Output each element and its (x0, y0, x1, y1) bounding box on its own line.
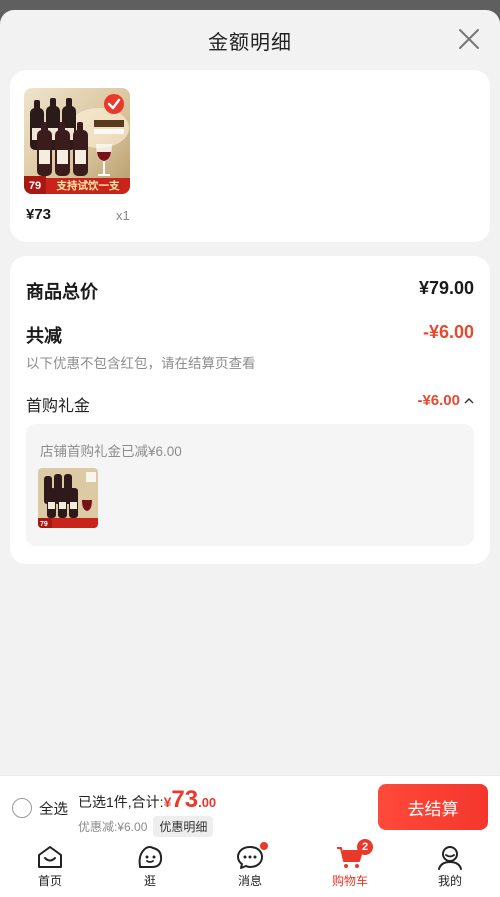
cart-count-badge: 2 (357, 839, 373, 855)
tab-label: 消息 (237, 874, 262, 888)
gift-product-image: 79 (38, 468, 98, 528)
checkout-bar: 全选 已选1件,合计: ¥ 73 .00 优惠减:¥6.00 优惠明细 去结算 (0, 775, 500, 837)
total-price-label: 商品总价 (26, 282, 98, 302)
checkout-button[interactable]: 去结算 (378, 784, 488, 830)
price-summary-card: 商品总价 ¥79.00 共减 -¥6.00 以下优惠不包含红包，请在结算页查看 … (10, 256, 490, 564)
total-line: 已选1件,合计: ¥ 73 .00 (78, 786, 216, 814)
discount-amount: 优惠减:¥6.00 (78, 820, 148, 834)
wine-bottles-thumb: 79 (38, 468, 98, 528)
tab-profile[interactable]: 我的 (400, 837, 500, 897)
browse-icon (138, 846, 163, 868)
close-icon (459, 29, 479, 49)
promo-text: 支持试饮一支 (56, 180, 120, 192)
promo-price: 79 (28, 180, 42, 192)
close-button[interactable] (456, 26, 482, 52)
tab-label: 逛 (143, 874, 156, 888)
tab-browse[interactable]: 逛 (100, 837, 200, 897)
discount-note: 以下优惠不包含红包，请在结算页查看 (26, 356, 256, 371)
tab-label: 购物车 (331, 874, 368, 888)
tab-cart[interactable]: 2 购物车 (300, 837, 400, 897)
promo-tag: 79 支持试饮一支 (24, 178, 130, 194)
discount-line: 优惠减:¥6.00 优惠明细 (78, 816, 214, 837)
total-reduction-label: 共减 (26, 326, 62, 346)
items-card: 79 支持试饮一支 ¥73 x1 (10, 70, 490, 242)
first-purchase-gift-toggle[interactable]: -¥6.00 (417, 392, 474, 409)
tab-label: 我的 (437, 874, 462, 888)
first-purchase-gift-label: 首购礼金 (26, 398, 91, 415)
home-icon (38, 846, 62, 868)
currency-symbol: ¥ (163, 794, 172, 810)
bottom-tab-bar: 首页 逛 消息 2 购物车 我的 (0, 837, 500, 897)
product-image[interactable]: 79 支持试饮一支 (24, 88, 130, 194)
gift-detail-box: 店铺首购礼金已减¥6.00 79 (26, 424, 474, 546)
total-price-value: ¥79.00 (418, 278, 474, 298)
tab-label: 首页 (37, 874, 62, 888)
discount-detail-button[interactable]: 优惠明细 (153, 816, 214, 837)
item-quantity: x1 (116, 208, 130, 223)
gift-detail-text: 店铺首购礼金已减¥6.00 (40, 444, 182, 459)
total-amount-decimal: .00 (198, 795, 217, 810)
select-all-radio[interactable] (12, 798, 32, 818)
sheet-header: 金额明细 (0, 10, 500, 70)
selected-count-text: 已选1件,合计: (78, 794, 164, 810)
total-amount-integer: 73 (171, 786, 199, 813)
svg-text:79: 79 (40, 521, 48, 528)
chevron-up-icon (464, 397, 474, 403)
select-all-label[interactable]: 全选 (39, 798, 68, 819)
profile-icon (438, 846, 462, 870)
amount-detail-sheet: 金额明细 79 支持试饮一支 ¥73 x1 商品总价 ¥79.00 共减 -¥6… (0, 10, 500, 897)
tab-messages[interactable]: 消息 (200, 837, 300, 897)
tab-home[interactable]: 首页 (0, 837, 100, 897)
total-reduction-value: -¥6.00 (422, 322, 474, 342)
first-purchase-gift-value: -¥6.00 (417, 392, 460, 409)
sheet-title: 金额明细 (208, 31, 292, 54)
item-price: ¥73 (26, 206, 52, 223)
unread-dot (260, 842, 268, 850)
